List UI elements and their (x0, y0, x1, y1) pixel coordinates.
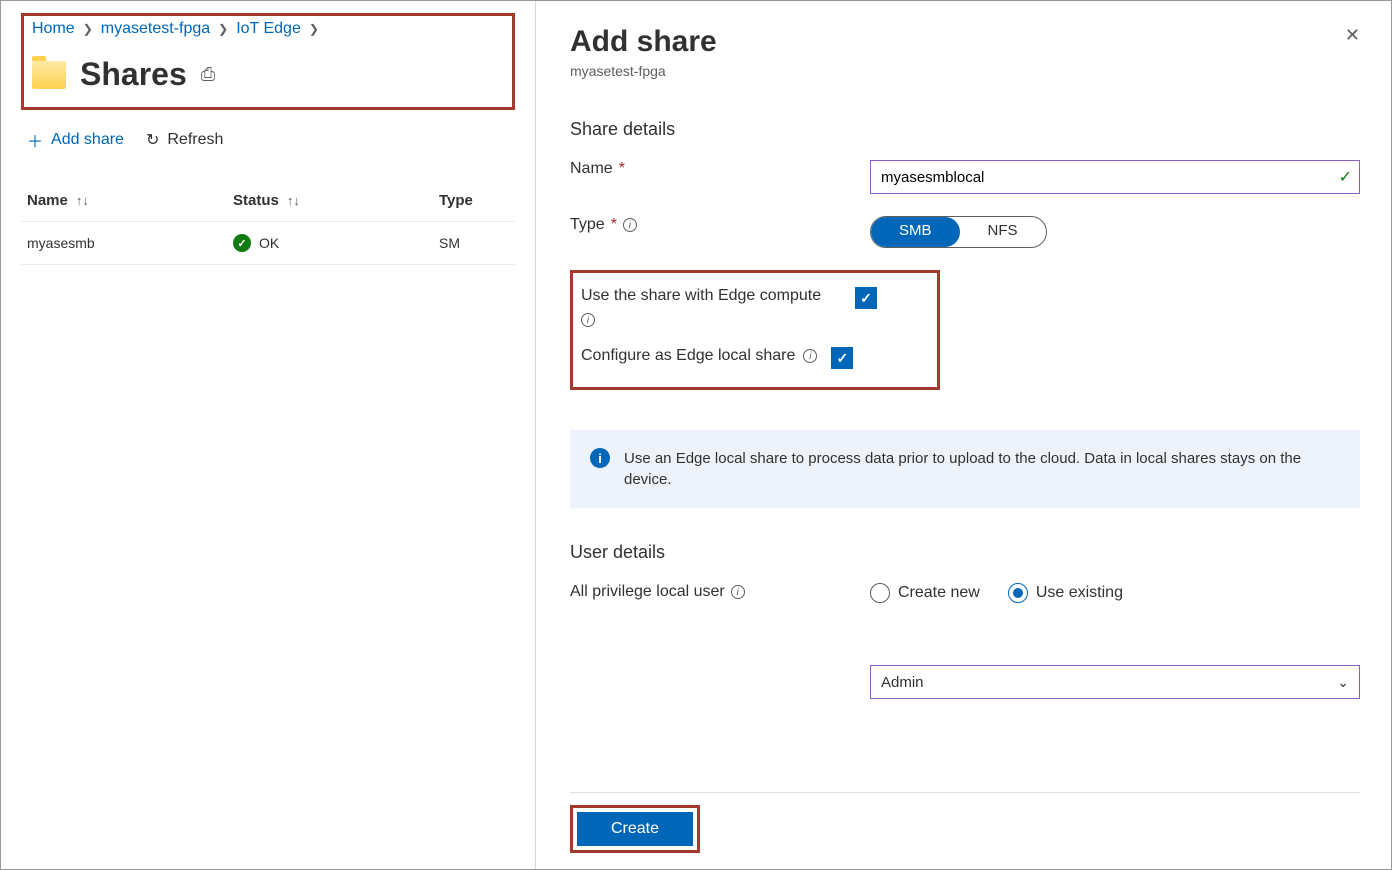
chevron-down-icon: ⌄ (1337, 674, 1349, 691)
info-icon: i (590, 448, 610, 468)
valid-check-icon: ✓ (1339, 167, 1352, 187)
info-icon[interactable]: i (623, 218, 637, 232)
shares-table: Name ↑↓ Status ↑↓ Type myasesmb ✓ OK SM (21, 180, 515, 265)
col-type[interactable]: Type (439, 192, 509, 209)
radio-use-existing[interactable]: Use existing (1008, 583, 1123, 603)
col-status[interactable]: Status ↑↓ (233, 192, 439, 209)
edge-compute-highlight-box: Use the share with Edge compute i ✓ Conf… (570, 270, 940, 390)
info-text: Use an Edge local share to process data … (624, 448, 1340, 490)
refresh-button[interactable]: ↻ Refresh (146, 128, 223, 152)
info-icon[interactable]: i (731, 585, 745, 599)
breadcrumb-highlight-box: Home ❯ myasetest-fpga ❯ IoT Edge ❯ Share… (21, 13, 515, 110)
cell-name: myasesmb (27, 235, 233, 251)
breadcrumb: Home ❯ myasetest-fpga ❯ IoT Edge ❯ (32, 20, 504, 38)
sort-icon: ↑↓ (76, 193, 89, 208)
create-button[interactable]: Create (577, 812, 693, 846)
sort-icon: ↑↓ (287, 193, 300, 208)
refresh-label: Refresh (167, 131, 223, 149)
create-button-highlight-box: Create (570, 805, 700, 853)
name-input[interactable] (870, 160, 1360, 194)
type-label: Type (570, 216, 605, 234)
user-select-value: Admin (881, 674, 924, 691)
info-icon[interactable]: i (803, 349, 817, 363)
info-banner: i Use an Edge local share to process dat… (570, 430, 1360, 508)
edge-compute-label: Use the share with Edge compute (581, 287, 821, 305)
user-label: All privilege local user (570, 583, 725, 601)
user-select[interactable]: Admin ⌄ (870, 665, 1360, 699)
radio-create-new[interactable]: Create new (870, 583, 980, 603)
chevron-right-icon: ❯ (83, 22, 93, 36)
refresh-icon: ↻ (146, 130, 159, 150)
required-asterisk: * (619, 160, 625, 178)
plus-icon: ＋ (27, 128, 43, 152)
breadcrumb-home[interactable]: Home (32, 20, 75, 38)
chevron-right-icon: ❯ (309, 22, 319, 36)
close-icon[interactable]: ✕ (1345, 25, 1360, 46)
add-share-label: Add share (51, 131, 124, 149)
info-icon[interactable]: i (581, 313, 595, 327)
folder-icon (32, 61, 66, 89)
name-label: Name (570, 160, 613, 178)
type-nfs[interactable]: NFS (960, 217, 1046, 247)
share-details-heading: Share details (570, 119, 1360, 140)
panel-subtitle: myasetest-fpga (570, 63, 717, 79)
breadcrumb-resource[interactable]: myasetest-fpga (101, 20, 210, 38)
page-title: Shares (80, 56, 187, 93)
cell-type: SM (439, 235, 509, 251)
chevron-right-icon: ❯ (218, 22, 228, 36)
panel-title: Add share (570, 25, 717, 59)
pin-icon[interactable]: ⎙ (201, 64, 215, 85)
edge-local-checkbox[interactable]: ✓ (831, 347, 853, 369)
required-asterisk: * (611, 216, 617, 234)
ok-icon: ✓ (233, 234, 251, 252)
edge-local-label: Configure as Edge local share (581, 347, 795, 365)
add-share-panel: Add share myasetest-fpga ✕ Share details… (536, 1, 1390, 869)
table-row[interactable]: myasesmb ✓ OK SM (21, 222, 515, 265)
user-details-heading: User details (570, 542, 1360, 563)
type-smb[interactable]: SMB (871, 217, 960, 247)
add-share-button[interactable]: ＋ Add share (27, 128, 124, 152)
breadcrumb-service[interactable]: IoT Edge (236, 20, 301, 38)
type-toggle: SMB NFS (870, 216, 1047, 248)
col-name[interactable]: Name ↑↓ (27, 192, 233, 209)
edge-compute-checkbox[interactable]: ✓ (855, 287, 877, 309)
cell-status: OK (259, 235, 279, 251)
